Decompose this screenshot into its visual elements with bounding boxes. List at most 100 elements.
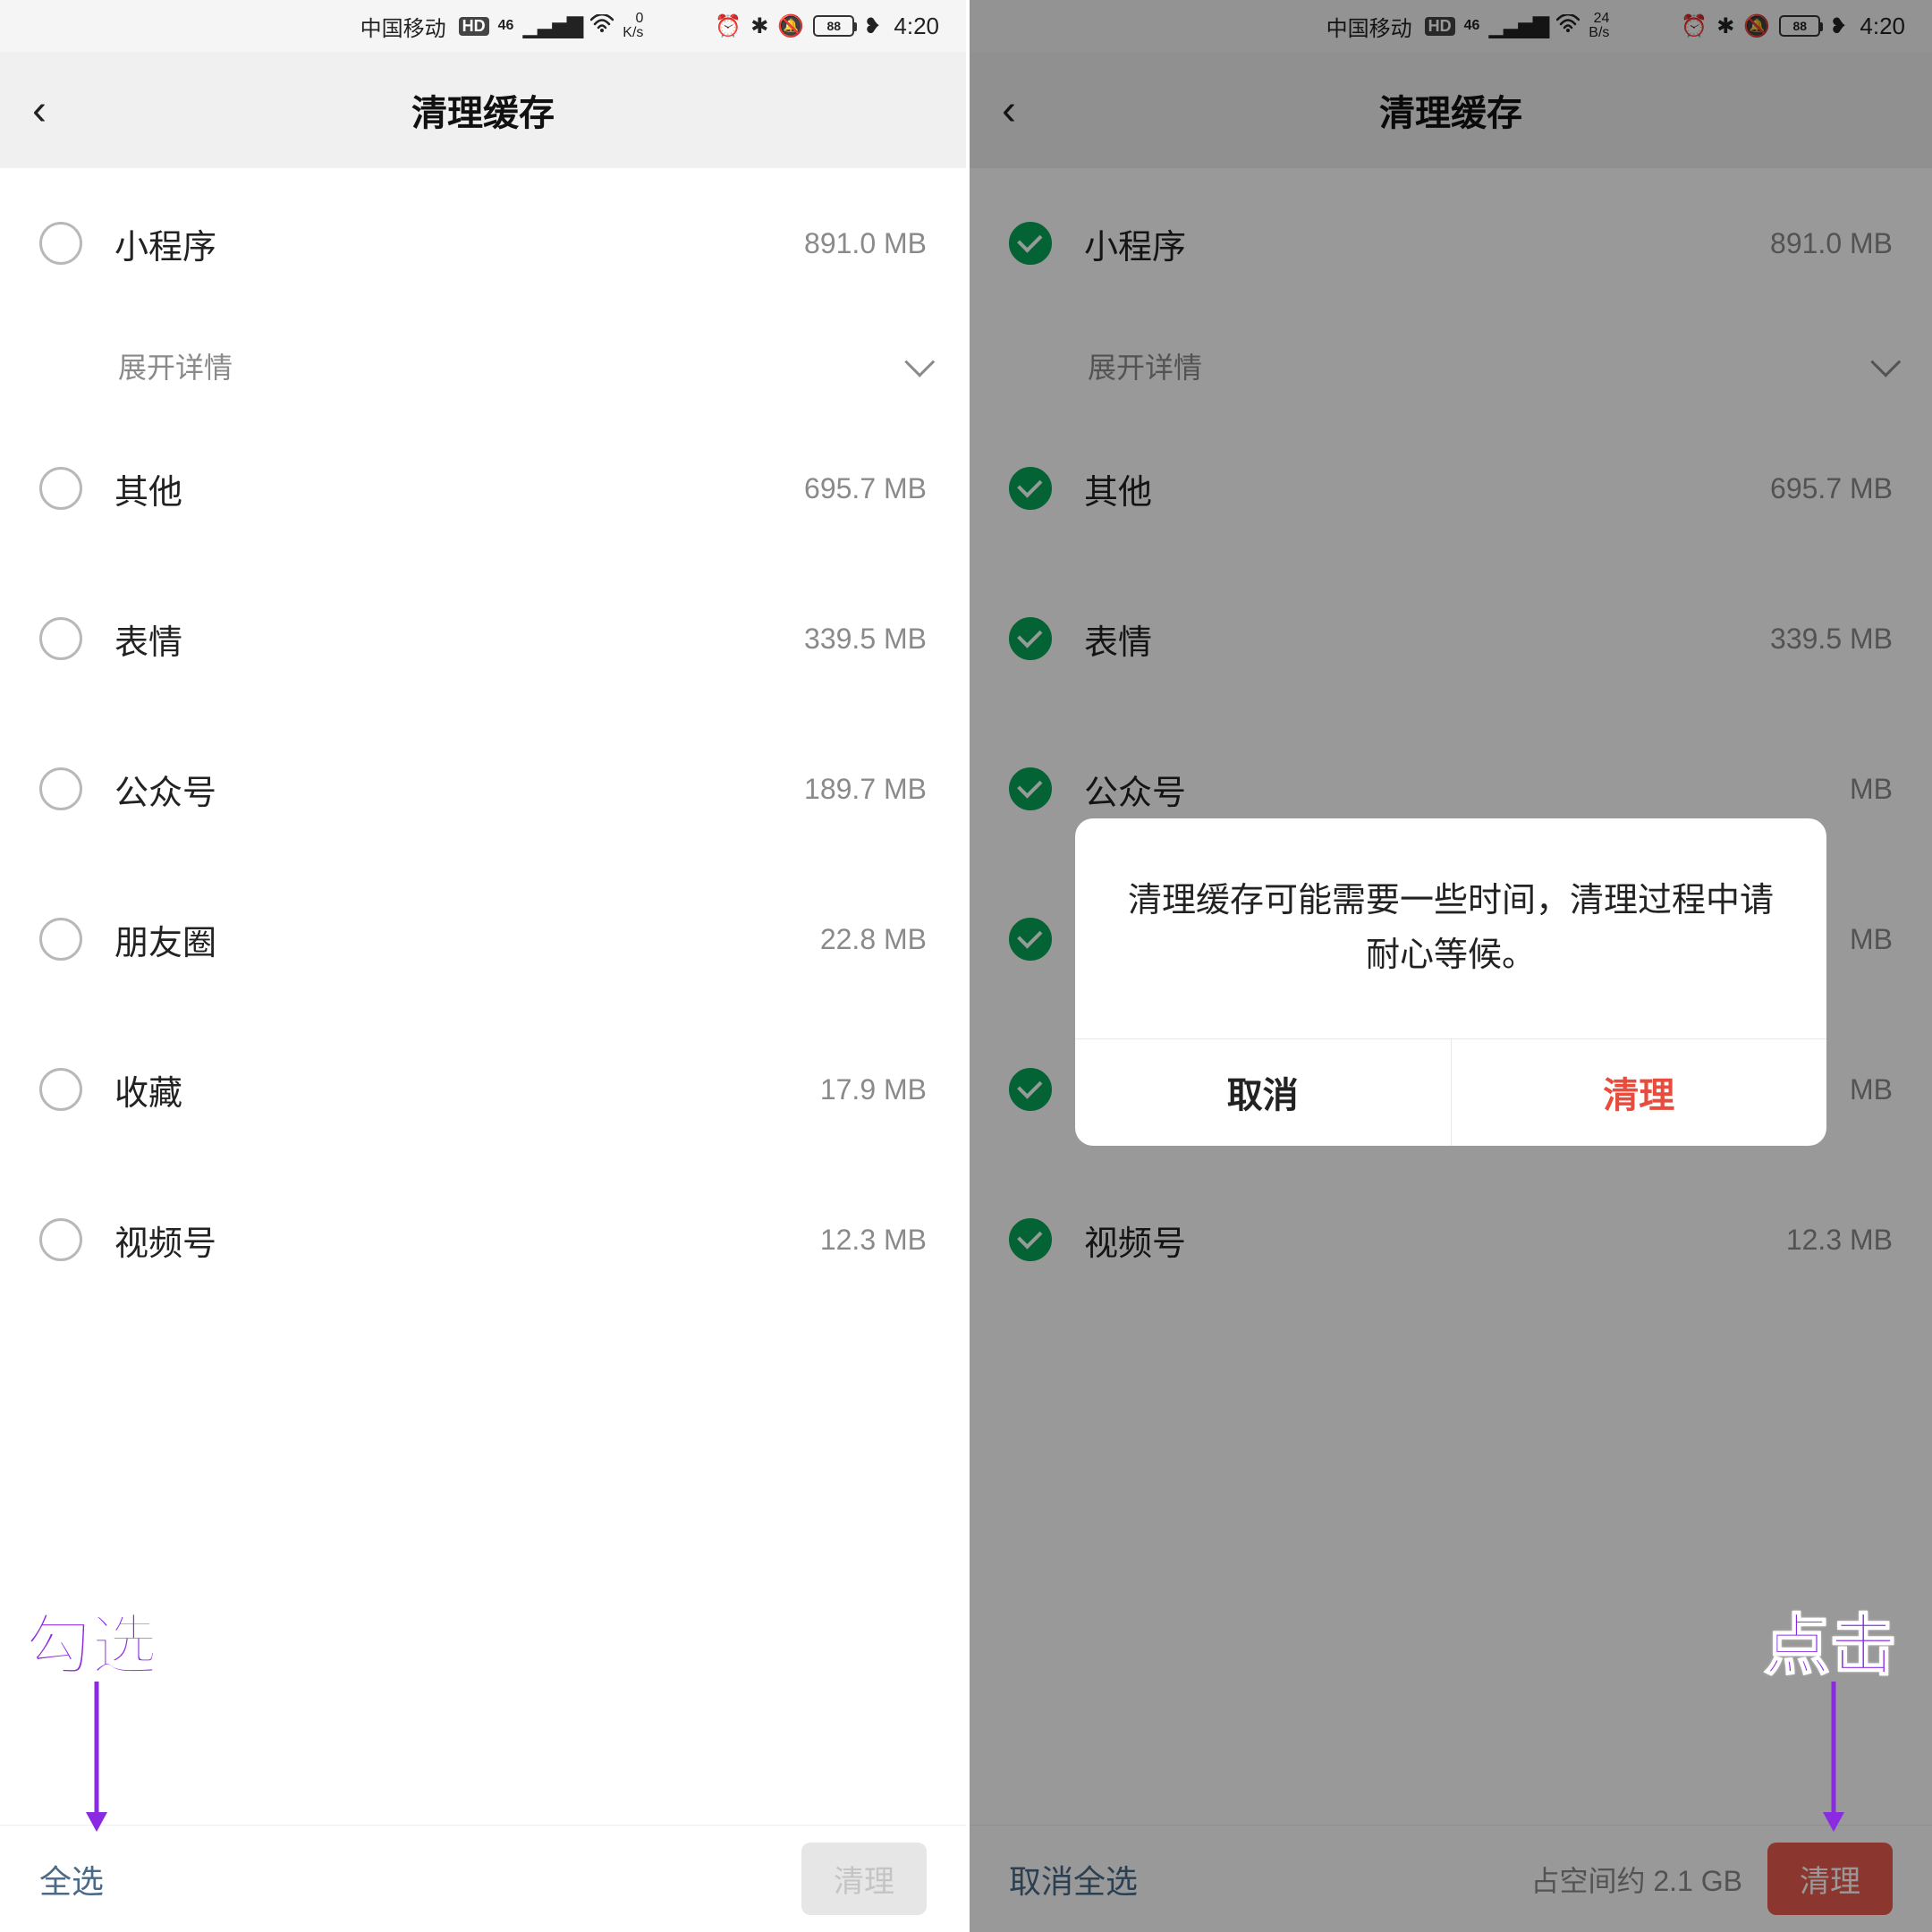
- chevron-down-icon: [904, 347, 935, 377]
- arrow-down-icon: [79, 1682, 114, 1834]
- item-label: 表情: [114, 614, 804, 664]
- alarm-icon: ⏰: [715, 13, 741, 39]
- battery-icon: 88: [813, 15, 854, 37]
- mute-icon: 🔕: [777, 13, 804, 39]
- list-item[interactable]: 朋友圈 22.8 MB: [0, 864, 966, 1014]
- battery-icon: 88: [1779, 15, 1820, 37]
- list-item[interactable]: 收藏 17.9 MB: [0, 1014, 966, 1165]
- item-label: 朋友圈: [114, 915, 820, 964]
- item-size: 17.9 MB: [820, 1073, 927, 1106]
- annotation-left: 勾选: [25, 1592, 157, 1688]
- expand-label: 展开详情: [118, 345, 233, 386]
- item-label: 视频号: [1084, 1216, 1786, 1265]
- checkbox-checked-icon[interactable]: [1009, 222, 1052, 265]
- dialog-confirm-button[interactable]: 清理: [1452, 1039, 1827, 1146]
- list-item[interactable]: 其他 695.7 MB: [0, 413, 966, 564]
- app-header: ‹ 清理缓存: [0, 52, 966, 168]
- back-button[interactable]: ‹: [1002, 86, 1016, 135]
- unselect-all-button[interactable]: 取消全选: [1009, 1856, 1138, 1902]
- clock: 4:20: [1860, 13, 1905, 40]
- item-size: 891.0 MB: [804, 227, 927, 260]
- checkbox-icon[interactable]: [39, 1068, 82, 1111]
- list-item[interactable]: 表情 339.5 MB: [970, 564, 1932, 714]
- checkbox-icon[interactable]: [39, 467, 82, 510]
- item-size: 891.0 MB: [1770, 227, 1893, 260]
- net-speed: 0K/s: [623, 12, 643, 40]
- carrier-label: 中国移动: [360, 11, 446, 42]
- bluetooth-icon: ✱: [750, 13, 768, 39]
- checkbox-icon[interactable]: [39, 918, 82, 961]
- expand-details[interactable]: 展开详情: [970, 318, 1932, 413]
- checkbox-checked-icon[interactable]: [1009, 467, 1052, 510]
- item-size: MB: [1850, 1073, 1893, 1106]
- status-bar: 中国移动 HD 46 ▁▃▅▇ 24B/s ⏰ ✱ 🔕 88 ❥ 4:20: [970, 0, 1932, 52]
- list-item[interactable]: 公众号 189.7 MB: [0, 714, 966, 864]
- item-size: 12.3 MB: [820, 1224, 927, 1257]
- status-bar: 中国移动 HD 46 ▁▃▅▇ 0K/s ⏰ ✱ 🔕 88 ❥ 4:20: [0, 0, 966, 52]
- bottom-bar: 全选 清理: [0, 1825, 966, 1932]
- checkbox-checked-icon[interactable]: [1009, 1218, 1052, 1261]
- wifi-icon: [590, 13, 614, 38]
- leaf-icon: ❥: [863, 13, 881, 39]
- list-item[interactable]: 视频号 12.3 MB: [0, 1165, 966, 1315]
- page-title: 清理缓存: [970, 84, 1932, 136]
- item-label: 表情: [1084, 614, 1770, 664]
- item-label: 其他: [114, 464, 804, 513]
- checkbox-icon[interactable]: [39, 222, 82, 265]
- dialog-actions: 取消 清理: [1075, 1038, 1826, 1146]
- checkbox-icon[interactable]: [39, 767, 82, 810]
- bottom-bar: 取消全选 占空间约 2.1 GB 清理: [970, 1825, 1932, 1932]
- hd-badge: HD: [1425, 17, 1455, 36]
- item-size: 189.7 MB: [804, 773, 927, 806]
- dialog-cancel-button[interactable]: 取消: [1075, 1039, 1452, 1146]
- checkbox-checked-icon[interactable]: [1009, 617, 1052, 660]
- checkbox-checked-icon[interactable]: [1009, 1068, 1052, 1111]
- item-size: 695.7 MB: [804, 472, 927, 505]
- clock: 4:20: [894, 13, 939, 40]
- item-size: 339.5 MB: [1770, 623, 1893, 656]
- checkbox-checked-icon[interactable]: [1009, 767, 1052, 810]
- net-gen: 46: [1464, 18, 1480, 34]
- back-button[interactable]: ‹: [32, 86, 47, 135]
- wifi-icon: [1556, 13, 1580, 38]
- select-all-button[interactable]: 全选: [39, 1856, 104, 1902]
- checkbox-icon[interactable]: [39, 1218, 82, 1261]
- page-title: 清理缓存: [0, 84, 966, 136]
- cache-list: 小程序 891.0 MB 展开详情 其他 695.7 MB 表情 339.5 M…: [0, 168, 966, 1825]
- arrow-down-icon: [1816, 1682, 1852, 1834]
- item-size: 339.5 MB: [804, 623, 927, 656]
- signal-icon: ▁▃▅▇: [522, 13, 581, 39]
- item-size: MB: [1850, 923, 1893, 956]
- clean-button[interactable]: 清理: [1767, 1843, 1893, 1915]
- list-item[interactable]: 其他 695.7 MB: [970, 413, 1932, 564]
- space-estimate: 占空间约 2.1 GB: [1530, 1859, 1742, 1900]
- item-label: 收藏: [114, 1065, 820, 1114]
- net-gen: 46: [498, 18, 514, 34]
- item-label: 公众号: [114, 765, 804, 814]
- expand-details[interactable]: 展开详情: [0, 318, 966, 413]
- item-size: 12.3 MB: [1786, 1224, 1893, 1257]
- item-label: 其他: [1084, 464, 1770, 513]
- list-item[interactable]: 小程序 891.0 MB: [0, 168, 966, 318]
- alarm-icon: ⏰: [1681, 13, 1707, 39]
- list-item[interactable]: 小程序 891.0 MB: [970, 168, 1932, 318]
- list-item[interactable]: 视频号 12.3 MB: [970, 1165, 1932, 1315]
- pane-right: 中国移动 HD 46 ▁▃▅▇ 24B/s ⏰ ✱ 🔕 88 ❥ 4:20 ‹ …: [966, 0, 1932, 1932]
- hd-badge: HD: [459, 17, 489, 36]
- item-size: 695.7 MB: [1770, 472, 1893, 505]
- item-label: 小程序: [1084, 219, 1770, 268]
- checkbox-icon[interactable]: [39, 617, 82, 660]
- expand-label: 展开详情: [1088, 345, 1202, 386]
- list-item[interactable]: 表情 339.5 MB: [0, 564, 966, 714]
- signal-icon: ▁▃▅▇: [1488, 13, 1547, 39]
- item-size: 22.8 MB: [820, 923, 927, 956]
- chevron-down-icon: [1870, 347, 1901, 377]
- clean-button-disabled[interactable]: 清理: [801, 1843, 927, 1915]
- dialog-message: 清理缓存可能需要一些时间，清理过程中请耐心等候。: [1075, 818, 1826, 1038]
- carrier-label: 中国移动: [1326, 11, 1412, 42]
- bluetooth-icon: ✱: [1716, 13, 1734, 39]
- item-label: 公众号: [1084, 765, 1850, 814]
- item-size: MB: [1850, 773, 1893, 806]
- checkbox-checked-icon[interactable]: [1009, 918, 1052, 961]
- annotation-right: 点击: [1764, 1592, 1896, 1688]
